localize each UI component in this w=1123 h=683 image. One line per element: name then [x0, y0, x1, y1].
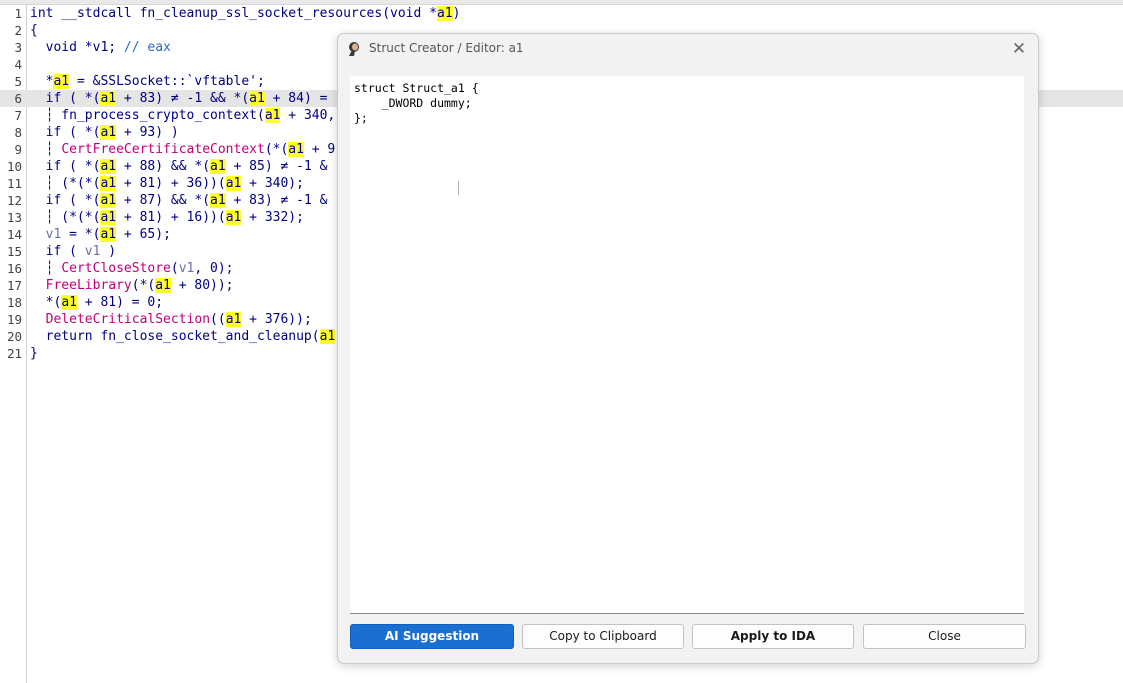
line-number: 21	[6, 346, 22, 361]
text-cursor	[458, 181, 459, 195]
code-text: ┆ CertFreeCertificateContext(*(a1 + 9	[30, 142, 336, 157]
line-number: 11	[6, 176, 22, 191]
line-number: 6	[14, 91, 22, 106]
line-number: 13	[6, 210, 22, 225]
code-text: return fn_close_socket_and_cleanup(a1	[30, 329, 336, 344]
line-number: 8	[14, 125, 22, 140]
dialog-title: Struct Creator / Editor: a1	[369, 41, 524, 55]
code-text: if ( *(a1 + 83) ≠ -1 && *(a1 + 84) =	[30, 91, 328, 106]
code-text: ┆ fn_process_crypto_context(a1 + 340,	[30, 108, 336, 123]
line-number: 2	[14, 23, 22, 38]
ai-suggestion-button[interactable]: AI Suggestion	[350, 624, 514, 649]
code-text: ┆ (*(*(a1 + 81) + 36))(a1 + 340);	[30, 176, 304, 191]
struct-editor-dialog: Struct Creator / Editor: a1 ✕ struct Str…	[337, 33, 1039, 664]
code-text: ┆ CertCloseStore(v1, 0);	[30, 261, 234, 276]
code-text: }	[30, 346, 38, 361]
code-text: {	[30, 23, 38, 38]
line-number: 20	[6, 329, 22, 344]
line-number: 14	[6, 227, 22, 242]
line-number: 16	[6, 261, 22, 276]
code-text: ┆ (*(*(a1 + 81) + 16))(a1 + 332);	[30, 210, 304, 225]
line-number: 1	[14, 6, 22, 21]
code-text: if ( *(a1 + 88) && *(a1 + 85) ≠ -1 &	[30, 159, 328, 174]
line-number: 3	[14, 40, 22, 55]
line-number: 15	[6, 244, 22, 259]
line-number: 7	[14, 108, 22, 123]
code-text: FreeLibrary(*(a1 + 80));	[45, 278, 234, 293]
code-text: *(a1 + 81) = 0;	[30, 295, 164, 310]
code-text: if ( *(a1 + 93) )	[30, 125, 179, 140]
line-number: 17	[6, 278, 22, 293]
code-text: *a1 = &SSLSocket::`vftable';	[30, 74, 265, 89]
line-number: 5	[14, 74, 22, 89]
close-button[interactable]: Close	[863, 624, 1026, 649]
struct-text-editor[interactable]: struct Struct_a1 { _DWORD dummy; };	[350, 76, 1024, 614]
apply-to-ida-button[interactable]: Apply to IDA	[692, 624, 854, 649]
line-number: 18	[6, 295, 22, 310]
line-number: 12	[6, 193, 22, 208]
code-text: DeleteCriticalSection((a1 + 376));	[45, 312, 312, 327]
code-text: if ( *(a1 + 87) && *(a1 + 83) ≠ -1 &	[30, 193, 328, 208]
code-text: if ( v1 )	[30, 244, 117, 259]
code-line[interactable]: 1 int __stdcall fn_cleanup_ssl_socket_res…	[0, 5, 1123, 22]
line-number: 4	[14, 57, 22, 72]
line-number: 19	[6, 312, 22, 327]
line-number: 10	[6, 159, 22, 174]
code-text: v1 = *(a1 + 65);	[45, 227, 171, 242]
dialog-title-bar[interactable]: Struct Creator / Editor: a1 ✕	[338, 34, 1038, 64]
copy-to-clipboard-button[interactable]: Copy to Clipboard	[522, 624, 684, 649]
line-number: 9	[14, 142, 22, 157]
close-icon[interactable]: ✕	[1008, 38, 1030, 60]
code-text: void *v1; // eax	[30, 40, 171, 55]
ida-logo-icon	[349, 42, 359, 56]
code-text: int __stdcall fn_cleanup_ssl_socket_reso…	[30, 6, 461, 21]
